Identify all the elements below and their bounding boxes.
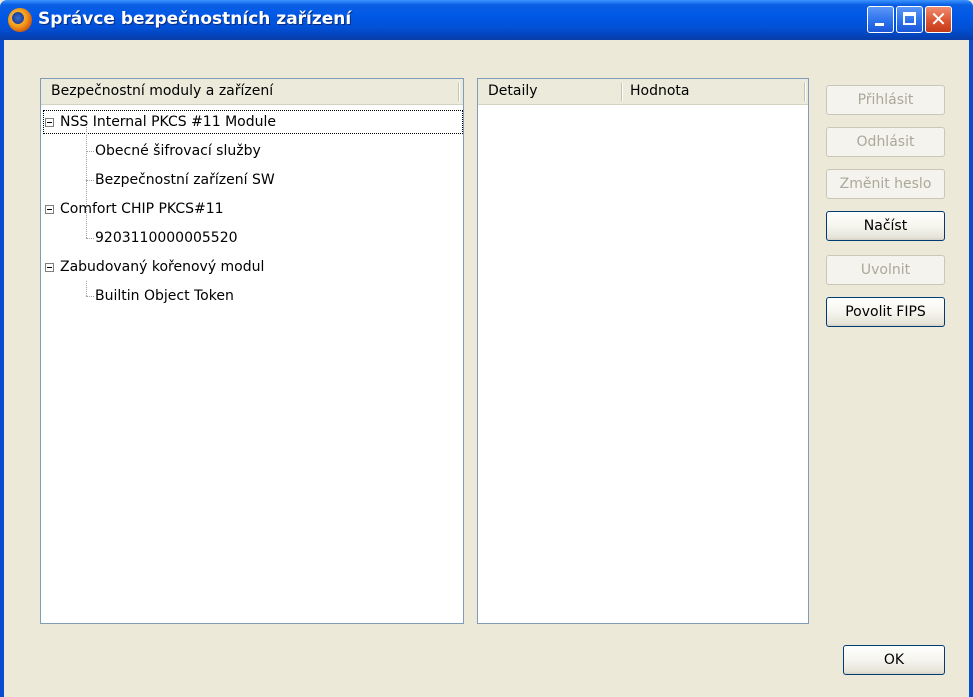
minimize-icon [875, 23, 884, 26]
tree-column-label: Bezpečnostní moduly a zařízení [51, 83, 274, 99]
logout-button[interactable]: Odhlásit [826, 127, 945, 157]
tree-connector [86, 296, 94, 297]
tree-item-software-device[interactable]: Bezpečnostní zařízení SW [95, 168, 275, 192]
ok-button[interactable]: OK [843, 645, 945, 675]
load-button[interactable]: Načíst [826, 211, 945, 241]
column-separator[interactable] [804, 83, 805, 101]
tree-connector [86, 281, 87, 296]
tree-item-builtin-token[interactable]: Builtin Object Token [95, 284, 234, 308]
details-header-row: Detaily Hodnota [478, 79, 808, 105]
tree-connector [86, 151, 94, 152]
tree-item-label: Builtin Object Token [95, 288, 234, 304]
firefox-icon [8, 8, 32, 32]
tree-item-chip-token[interactable]: 9203110000005520 [95, 226, 238, 250]
column-header-value[interactable]: Hodnota [630, 83, 690, 99]
window-frame-right [969, 40, 973, 697]
maximize-icon [903, 12, 916, 25]
tree-item-generic-crypto[interactable]: Obecné šifrovací služby [95, 139, 261, 163]
tree-connector [86, 223, 87, 238]
tree-item-label: Zabudovaný kořenový modul [60, 259, 265, 275]
tree-item-label: NSS Internal PKCS #11 Module [60, 114, 276, 130]
column-header-details[interactable]: Detaily [488, 83, 538, 99]
minus-box-icon[interactable] [45, 263, 54, 272]
dialog-window: Správce bezpečnostních zařízení ✕ Bezpeč… [0, 0, 973, 697]
login-button[interactable]: Přihlásit [826, 85, 945, 115]
window-frame-left [0, 40, 4, 697]
tree-column-header[interactable]: Bezpečnostní moduly a zařízení [41, 79, 463, 105]
tree-connector [86, 238, 94, 239]
details-table[interactable]: Detaily Hodnota [477, 78, 809, 624]
column-separator[interactable] [621, 83, 622, 101]
column-separator [458, 83, 459, 101]
minus-box-icon[interactable] [45, 205, 54, 214]
unload-button[interactable]: Uvolnit [826, 255, 945, 285]
minus-box-icon[interactable] [45, 118, 54, 127]
close-icon: ✕ [930, 7, 947, 31]
tree-item-label: Obecné šifrovací služby [95, 143, 261, 159]
tree-item-label: Bezpečnostní zařízení SW [95, 172, 275, 188]
enable-fips-button[interactable]: Povolit FIPS [826, 297, 945, 327]
device-tree[interactable]: Bezpečnostní moduly a zařízení NSS Inter… [40, 78, 464, 624]
title-bar[interactable]: Správce bezpečnostních zařízení ✕ [0, 0, 973, 40]
change-password-button[interactable]: Změnit heslo [826, 169, 945, 199]
tree-item-label: 9203110000005520 [95, 230, 238, 246]
minimize-button[interactable] [867, 6, 894, 33]
maximize-button[interactable] [896, 6, 923, 33]
close-button[interactable]: ✕ [925, 6, 952, 33]
tree-connector [86, 180, 94, 181]
window-title: Správce bezpečnostních zařízení [38, 9, 352, 29]
tree-item-label: Comfort CHIP PKCS#11 [60, 201, 224, 217]
